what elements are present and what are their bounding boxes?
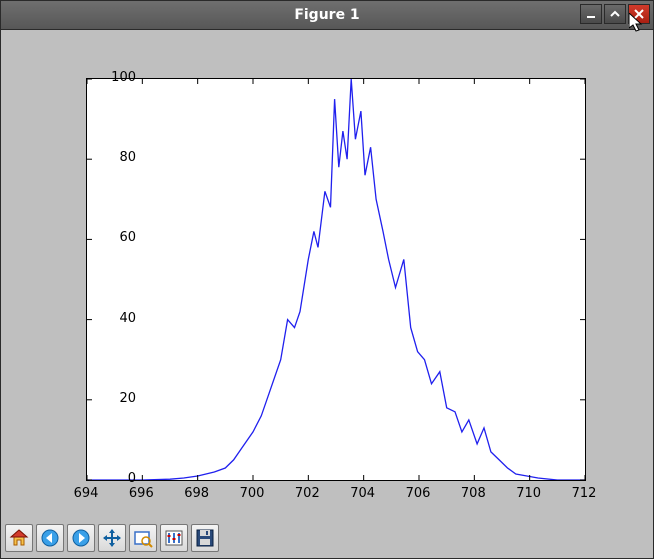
minimize-button[interactable] (580, 4, 602, 24)
x-tick-label: 708 (453, 486, 493, 501)
x-tick-label: 706 (398, 486, 438, 501)
zoom-button[interactable] (129, 524, 157, 552)
line-series (87, 79, 585, 480)
y-tick-label: 20 (76, 391, 136, 406)
y-tick-label: 80 (76, 150, 136, 165)
forward-arrow-icon (71, 528, 91, 548)
close-button[interactable] (628, 4, 650, 24)
plot-axes[interactable] (86, 78, 586, 481)
x-tick-label: 702 (287, 486, 327, 501)
y-tick-label: 60 (76, 230, 136, 245)
x-tick-label: 696 (121, 486, 161, 501)
y-tick-label: 40 (76, 311, 136, 326)
x-tick-label: 694 (66, 486, 106, 501)
back-button[interactable] (36, 524, 64, 552)
x-tick-label: 700 (232, 486, 272, 501)
save-button[interactable] (191, 524, 219, 552)
home-button[interactable] (5, 524, 33, 552)
pan-icon (102, 528, 122, 548)
titlebar[interactable]: Figure 1 (1, 1, 653, 30)
window-frame: Figure 1 0 20 40 60 80 100 694 696 698 700 702 704… (0, 0, 654, 559)
zoom-icon (133, 528, 153, 548)
window-title: Figure 1 (1, 7, 653, 23)
forward-button[interactable] (67, 524, 95, 552)
pan-button[interactable] (98, 524, 126, 552)
x-tick-label: 704 (343, 486, 383, 501)
x-tick-label: 698 (177, 486, 217, 501)
figure-area: 0 20 40 60 80 100 694 696 698 700 702 704 706 708 710… (6, 35, 648, 518)
configure-icon (164, 528, 184, 548)
y-tick-label: 100 (76, 70, 136, 85)
back-arrow-icon (40, 528, 60, 548)
x-tick-label: 712 (564, 486, 604, 501)
matplotlib-toolbar (5, 522, 219, 554)
floppy-disk-icon (195, 528, 215, 548)
y-tick-label: 0 (76, 471, 136, 486)
configure-subplots-button[interactable] (160, 524, 188, 552)
maximize-button[interactable] (604, 4, 626, 24)
home-icon (9, 528, 29, 548)
x-tick-label: 710 (509, 486, 549, 501)
